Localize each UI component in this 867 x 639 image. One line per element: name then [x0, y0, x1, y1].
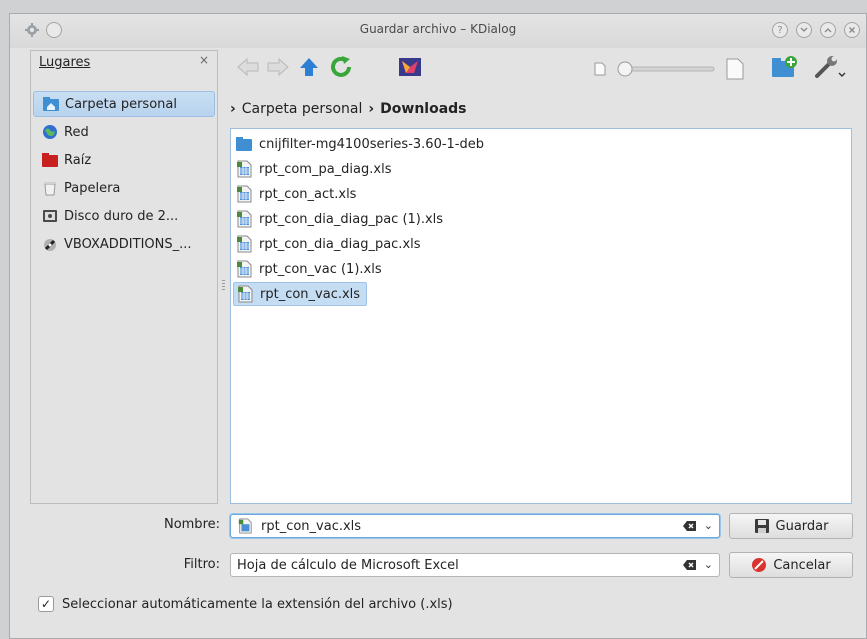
reload-icon [329, 55, 353, 83]
options-menu-button[interactable] [812, 55, 848, 83]
new-folder-icon [770, 55, 798, 83]
breadcrumb-separator: › [230, 101, 236, 117]
new-folder-button[interactable] [769, 55, 799, 83]
minimize-button[interactable] [796, 22, 812, 38]
breadcrumb-separator: › [368, 101, 375, 117]
place-item-trash[interactable]: Papelera [33, 175, 215, 201]
cancel-icon [751, 557, 767, 573]
file-name: cnijfilter-mg4100series-3.60-1-deb [259, 136, 484, 152]
file-name: rpt_con_dia_diag_pac.xls [259, 236, 421, 252]
up-button[interactable] [296, 55, 322, 83]
list-item[interactable]: cnijfilter-mg4100series-3.60-1-deb [233, 132, 490, 156]
trash-icon [41, 180, 59, 196]
file-name: rpt_con_vac (1).xls [259, 261, 382, 277]
cancel-button-label: Cancelar [773, 557, 831, 573]
forward-arrow-icon [266, 57, 290, 81]
spreadsheet-icon [237, 160, 252, 178]
back-arrow-icon [236, 57, 260, 81]
place-item-home[interactable]: Carpeta personal [33, 91, 215, 117]
list-item[interactable]: rpt_con_dia_diag_pac (1).xls [233, 207, 449, 231]
title-bar: Guardar archivo – KDialog ? [10, 14, 866, 48]
file-name: rpt_com_pa_diag.xls [259, 161, 392, 177]
place-item-vboxadditions[interactable]: VBOXADDITIONS_... [33, 231, 215, 257]
wrench-icon [813, 54, 847, 84]
name-combobox[interactable]: rpt_con_vac.xls ⌄ [230, 514, 720, 538]
floppy-disk-icon [754, 518, 770, 534]
name-label-text: Nombre: [163, 517, 220, 532]
spreadsheet-icon [237, 210, 252, 228]
list-item-selected[interactable]: rpt_con_vac.xls [233, 282, 368, 306]
help-button[interactable]: ? [772, 22, 788, 38]
close-places-icon[interactable]: × [199, 53, 209, 67]
places-title-text: Lugares [39, 55, 91, 70]
chevron-down-icon[interactable]: ⌄ [704, 558, 713, 571]
optical-disc-icon [41, 236, 59, 252]
maximize-button[interactable] [820, 22, 836, 38]
forward-button[interactable] [265, 55, 291, 83]
list-item[interactable]: rpt_con_dia_diag_pac.xls [233, 232, 427, 256]
window-title: Guardar archivo – KDialog [359, 22, 517, 36]
preview-image-icon [398, 57, 422, 81]
home-folder-icon [42, 96, 60, 112]
network-globe-icon [41, 124, 59, 140]
breadcrumb-parent[interactable]: Carpeta personal [242, 101, 363, 117]
clear-text-icon[interactable] [683, 559, 697, 571]
preview-button[interactable] [396, 55, 424, 83]
save-button-label: Guardar [775, 518, 829, 534]
name-label: Nombre: [130, 517, 220, 532]
zoom-in-icon [724, 55, 746, 83]
breadcrumb-current[interactable]: Downloads [380, 101, 466, 117]
spreadsheet-icon [237, 260, 252, 278]
zoom-slider[interactable] [614, 55, 718, 83]
place-item-root[interactable]: Raíz [33, 147, 215, 173]
close-button[interactable] [844, 22, 860, 38]
folder-icon [236, 137, 252, 151]
auto-extension-row[interactable]: ✓ Seleccionar automáticamente la extensi… [38, 596, 453, 612]
panel-splitter-handle[interactable] [222, 280, 225, 292]
spreadsheet-icon [238, 518, 252, 534]
back-button[interactable] [235, 55, 261, 83]
name-input[interactable]: rpt_con_vac.xls [261, 519, 361, 534]
breadcrumb: › Carpeta personal › Downloads [230, 101, 467, 117]
spreadsheet-icon [237, 235, 252, 253]
file-name: rpt_con_dia_diag_pac (1).xls [259, 211, 444, 227]
auto-extension-label: Seleccionar automáticamente la extensión… [62, 596, 453, 612]
save-button[interactable]: Guardar [729, 513, 853, 539]
zoom-out-icon [590, 55, 610, 83]
filter-combobox[interactable]: Hoja de cálculo de Microsoft Excel ⌄ [230, 553, 720, 577]
root-folder-icon [41, 152, 59, 168]
file-list[interactable]: cnijfilter-mg4100series-3.60-1-deb rpt_c… [230, 128, 852, 504]
cancel-button[interactable]: Cancelar [729, 552, 853, 578]
list-item[interactable]: rpt_con_act.xls [233, 182, 362, 206]
place-label: Disco duro de 2... [64, 208, 179, 224]
list-item[interactable]: rpt_com_pa_diag.xls [233, 157, 397, 181]
up-arrow-icon [298, 56, 320, 82]
place-item-hard-disk[interactable]: Disco duro de 2... [33, 203, 215, 229]
place-label: Carpeta personal [65, 96, 177, 112]
filter-label-text: Filtro: [183, 557, 220, 572]
place-label: Raíz [64, 152, 92, 168]
place-item-network[interactable]: Red [33, 119, 215, 145]
list-item[interactable]: rpt_con_vac (1).xls [233, 257, 388, 281]
clear-text-icon[interactable] [683, 520, 697, 532]
auto-extension-checkbox[interactable]: ✓ [38, 596, 54, 612]
places-panel: Lugares × Carpeta personal Red Raíz Pape… [30, 50, 218, 504]
spreadsheet-icon [238, 285, 253, 303]
file-name: rpt_con_vac.xls [260, 286, 361, 302]
place-label: Papelera [64, 180, 121, 196]
places-title: Lugares [39, 55, 90, 70]
place-label: Red [64, 124, 89, 140]
file-name: rpt_con_act.xls [259, 186, 357, 202]
chevron-down-icon[interactable]: ⌄ [704, 519, 713, 532]
spreadsheet-icon [237, 185, 252, 203]
places-header: Lugares × [31, 53, 217, 75]
hard-disk-icon [41, 208, 59, 224]
reload-button[interactable] [327, 55, 355, 83]
filter-value[interactable]: Hoja de cálculo de Microsoft Excel [237, 558, 459, 573]
filter-label: Filtro: [130, 557, 220, 572]
place-label: VBOXADDITIONS_... [64, 236, 192, 252]
